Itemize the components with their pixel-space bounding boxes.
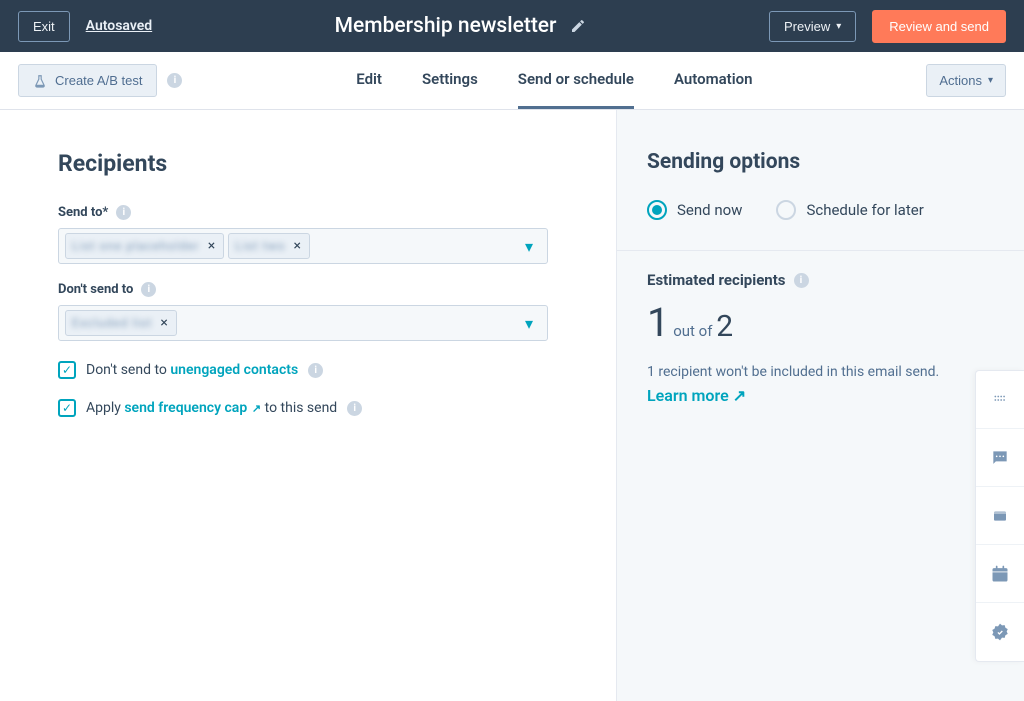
frequency-checkbox[interactable]: ✓	[58, 399, 76, 417]
radio-label: Send now	[677, 201, 742, 219]
recipients-note: 1 recipient won't be included in this em…	[647, 364, 994, 380]
text-prefix: Don't send to	[86, 362, 170, 378]
count-included: 1	[647, 299, 669, 346]
autosaved-status[interactable]: Autosaved	[86, 18, 153, 34]
remove-chip-icon[interactable]: ×	[291, 238, 302, 254]
chip-text: List two	[235, 239, 285, 253]
frequency-text: Apply send frequency cap ↗ to this send	[86, 400, 337, 416]
send-to-select[interactable]: List one placeholder × List two × ▾	[58, 228, 548, 264]
create-ab-test-button[interactable]: Create A/B test	[18, 64, 157, 97]
tabs: Edit Settings Send or schedule Automatio…	[182, 52, 926, 109]
external-link-icon: ↗	[249, 402, 261, 415]
rail-badge-icon[interactable]	[976, 603, 1024, 661]
ab-label: Create A/B test	[55, 73, 142, 88]
info-icon[interactable]: i	[141, 282, 156, 297]
topbar: Exit Autosaved Membership newsletter Pre…	[0, 0, 1024, 52]
caret-down-icon: ▾	[525, 314, 533, 333]
actions-dropdown[interactable]: Actions ▾	[926, 64, 1006, 97]
text-prefix: Apply	[86, 400, 124, 416]
remove-chip-icon[interactable]: ×	[206, 238, 217, 254]
recipients-panel: Recipients Send to* i List one placehold…	[0, 110, 616, 701]
right-rail	[975, 370, 1024, 662]
radio-send-now[interactable]: Send now	[647, 200, 742, 220]
info-icon[interactable]: i	[308, 363, 323, 378]
flask-icon	[33, 74, 47, 88]
tab-edit[interactable]: Edit	[356, 52, 382, 109]
rail-keyboard-icon[interactable]	[976, 371, 1024, 429]
sending-heading: Sending options	[647, 150, 994, 174]
secondary-bar: Create A/B test i Edit Settings Send or …	[0, 52, 1024, 110]
learn-more-link[interactable]: Learn more ↗	[647, 386, 746, 405]
frequency-link[interactable]: send frequency cap ↗	[124, 400, 261, 416]
chevron-down-icon: ▾	[988, 75, 993, 86]
review-send-button[interactable]: Review and send	[872, 10, 1006, 43]
edit-title-icon[interactable]	[570, 18, 586, 34]
radio-label: Schedule for later	[806, 201, 923, 219]
info-icon[interactable]: i	[167, 73, 182, 88]
estimated-count: 1 out of 2	[647, 299, 994, 346]
unengaged-checkbox[interactable]: ✓	[58, 361, 76, 379]
chip-text: List one placeholder	[72, 239, 200, 253]
page-title: Membership newsletter	[335, 14, 557, 38]
preview-button[interactable]: Preview ▾	[769, 11, 856, 42]
count-mid: out of	[673, 322, 712, 340]
actions-label: Actions	[939, 73, 982, 88]
dont-send-chip: Excluded list ×	[65, 310, 177, 336]
radio-dot-icon	[776, 200, 796, 220]
dont-send-select[interactable]: Excluded list × ▾	[58, 305, 548, 341]
text-suffix: to this send	[261, 400, 337, 416]
send-to-chip: List one placeholder ×	[65, 233, 224, 259]
tab-settings[interactable]: Settings	[422, 52, 478, 109]
divider	[617, 250, 1024, 251]
exit-button[interactable]: Exit	[18, 11, 70, 42]
unengaged-checkbox-row: ✓ Don't send to unengaged contacts i	[58, 361, 594, 379]
info-icon[interactable]: i	[794, 273, 809, 288]
rail-chat-icon[interactable]	[976, 429, 1024, 487]
info-icon[interactable]: i	[347, 401, 362, 416]
count-total: 2	[716, 309, 733, 344]
radio-dot-icon	[647, 200, 667, 220]
rail-panel-icon[interactable]	[976, 487, 1024, 545]
send-to-label: Send to*	[58, 205, 108, 220]
info-icon[interactable]: i	[116, 205, 131, 220]
unengaged-link[interactable]: unengaged contacts	[170, 362, 298, 378]
recipients-heading: Recipients	[58, 150, 594, 177]
external-link-icon: ↗	[733, 386, 746, 405]
send-to-chip: List two ×	[228, 233, 310, 259]
caret-down-icon: ▾	[525, 237, 533, 256]
learn-more-text: Learn more	[647, 386, 729, 405]
chevron-down-icon: ▾	[836, 21, 841, 32]
frequency-cap-row: ✓ Apply send frequency cap ↗ to this sen…	[58, 399, 594, 417]
main-content: Recipients Send to* i List one placehold…	[0, 110, 1024, 701]
radio-schedule[interactable]: Schedule for later	[776, 200, 923, 220]
dont-send-label: Don't send to	[58, 282, 133, 297]
estimated-label: Estimated recipients	[647, 271, 786, 289]
sending-panel: Sending options Send now Schedule for la…	[616, 110, 1024, 701]
remove-chip-icon[interactable]: ×	[158, 315, 169, 331]
preview-label: Preview	[784, 19, 830, 34]
unengaged-text: Don't send to unengaged contacts	[86, 362, 298, 378]
tab-send-or-schedule[interactable]: Send or schedule	[518, 52, 634, 109]
tab-automation[interactable]: Automation	[674, 52, 753, 109]
chip-text: Excluded list	[72, 316, 152, 330]
rail-calendar-icon[interactable]	[976, 545, 1024, 603]
